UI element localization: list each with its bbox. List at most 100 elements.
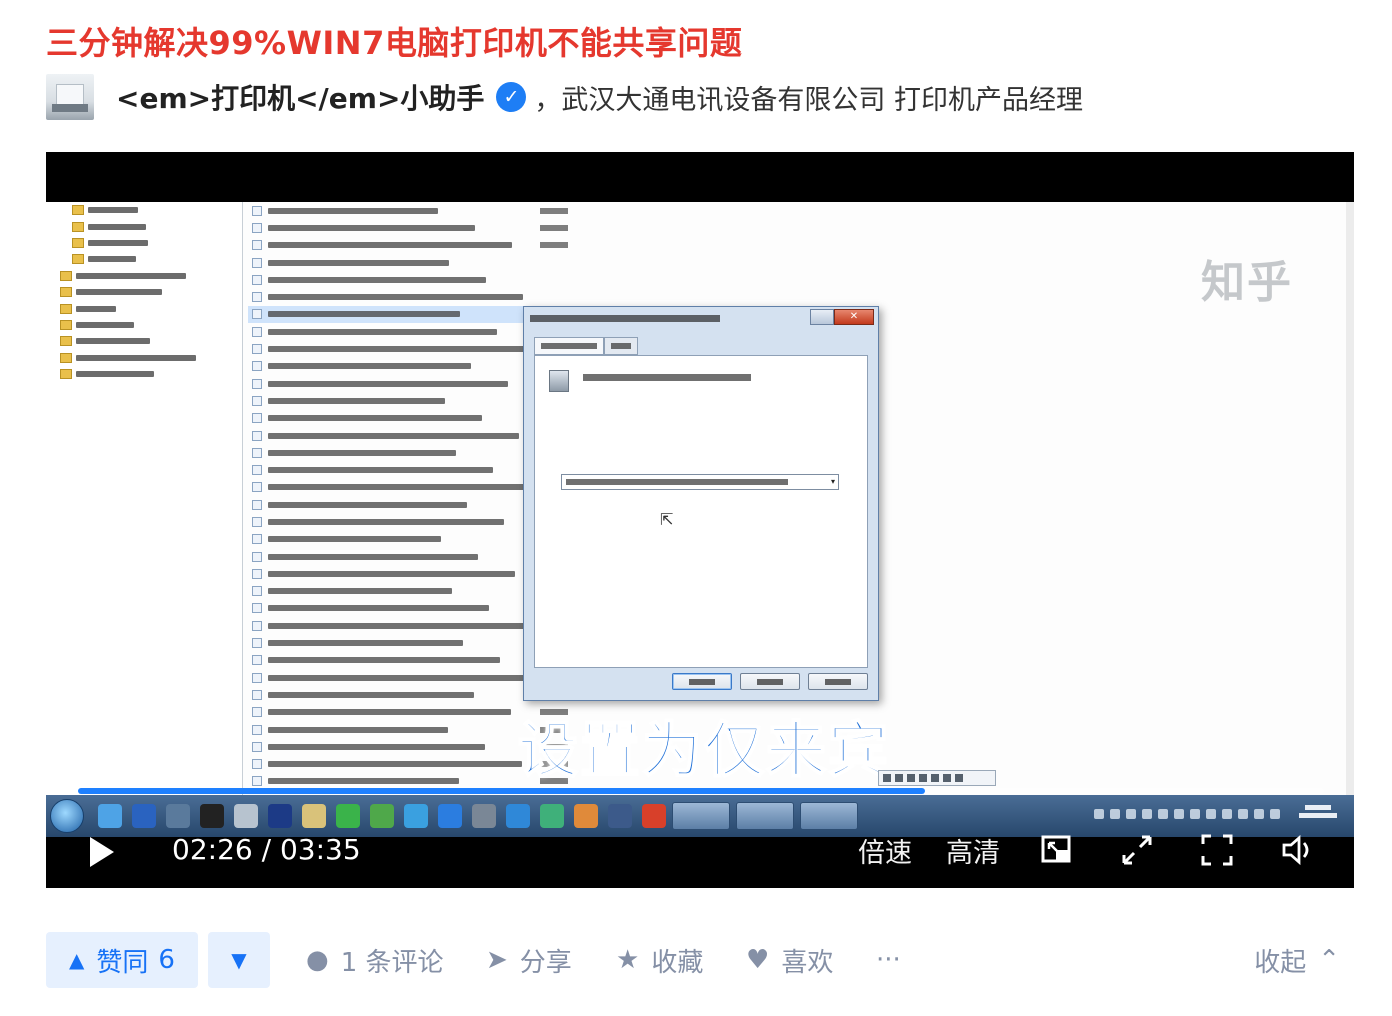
chevron-up-icon: ⌃ [1318, 945, 1340, 975]
taskbar-app-icon [200, 804, 224, 828]
video-frame: ✕ ▾ ⇱ 知乎 设置为仅来宾 [46, 202, 1354, 795]
dialog-apply-button [808, 673, 868, 690]
fullscreen-icon[interactable] [1200, 833, 1234, 867]
clock-icon [1296, 803, 1340, 825]
dialog-policy-label [583, 374, 751, 381]
tree-item [46, 284, 242, 300]
time-separator: / [252, 833, 280, 866]
dialog-cancel-button [740, 673, 800, 690]
policy-icon [549, 370, 569, 392]
taskbar-app-icon [404, 804, 428, 828]
collapse-button[interactable]: 收起 ⌃ [1254, 942, 1340, 978]
author-row: <em>打印机</em>小助手 ✓ ，武汉大通电讯设备有限公司 打印机产品经理 [46, 74, 1083, 120]
video-progress-bar[interactable] [78, 788, 1324, 794]
tree-item [46, 218, 242, 234]
system-tray [1094, 803, 1340, 825]
author-description: ，武汉大通电讯设备有限公司 打印机产品经理 [534, 84, 1083, 116]
dialog-minimize-icon [810, 309, 834, 325]
taskbar-app-icon [98, 804, 122, 828]
tree-item [46, 366, 242, 382]
scrollbar [1346, 202, 1354, 795]
action-bar: ▲ 赞同 6 ▼ ● 1 条评论 ➤ 分享 ★ 收藏 ♥ 喜欢 ··· 收起 ⌃ [46, 932, 1354, 988]
tree-item [46, 251, 242, 267]
dialog-body: ▾ ⇱ [534, 355, 868, 668]
speed-button[interactable]: 倍速 [858, 831, 912, 870]
taskbar-app-icon [608, 804, 632, 828]
taskbar-app-icon [336, 804, 360, 828]
author-name[interactable]: <em>打印机</em>小助手 [116, 77, 484, 117]
taskbar-app-icon [642, 804, 666, 828]
ime-toolbar [878, 770, 996, 786]
taskbar-app-icon [370, 804, 394, 828]
upvote-button[interactable]: ▲ 赞同 6 [46, 932, 198, 988]
tree-item [46, 350, 242, 366]
like-button[interactable]: ♥ 喜欢 [746, 942, 833, 978]
share-button[interactable]: ➤ 分享 [486, 942, 572, 978]
duration: 03:35 [279, 833, 361, 866]
taskbar-window-icon [800, 802, 858, 830]
downvote-icon: ▼ [231, 948, 247, 972]
favorite-button[interactable]: ★ 收藏 [616, 942, 703, 978]
avatar[interactable] [46, 74, 94, 120]
video-controls: 02:26 / 03:35 倍速 高清 [46, 827, 1354, 877]
more-button[interactable]: ··· [876, 942, 901, 978]
video-player[interactable]: ✕ ▾ ⇱ 知乎 设置为仅来宾 02:26 / 03:35 倍速 高清 [46, 152, 1354, 888]
tree-item [46, 268, 242, 284]
play-icon[interactable] [90, 837, 114, 867]
taskbar-app-icon [268, 804, 292, 828]
taskbar-app-icon [302, 804, 326, 828]
more-icon: ··· [876, 945, 901, 975]
policy-row [248, 237, 588, 254]
like-label: 喜欢 [781, 947, 834, 978]
star-icon: ★ [616, 945, 640, 975]
picture-in-picture-icon[interactable] [1040, 833, 1074, 867]
taskbar-app-icon [506, 804, 530, 828]
zhihu-watermark: 知乎 [1201, 257, 1293, 308]
mouse-cursor-icon: ⇱ [660, 510, 674, 529]
policy-row [248, 202, 588, 219]
taskbar-window-icon [672, 802, 730, 830]
heart-icon: ♥ [746, 945, 770, 975]
volume-icon[interactable] [1280, 833, 1314, 867]
comment-button[interactable]: ● 1 条评论 [306, 942, 444, 978]
tree-item [46, 333, 242, 349]
share-label: 分享 [519, 947, 572, 978]
taskbar-window-icon [736, 802, 794, 830]
taskbar-app-icon [438, 804, 462, 828]
taskbar-app-icon [540, 804, 564, 828]
upvote-icon: ▲ [69, 948, 85, 972]
answer-card: 三分钟解决99%WIN7电脑打印机不能共享问题 <em>打印机</em>小助手 … [0, 0, 1392, 1016]
verified-icon: ✓ [496, 82, 527, 112]
taskbar-app-icon [166, 804, 190, 828]
current-time: 02:26 [172, 833, 253, 866]
comment-icon: ● [306, 945, 329, 975]
tree-item [46, 300, 242, 316]
taskbar-app-icon [574, 804, 598, 828]
comment-label: 1 条评论 [340, 947, 444, 978]
dialog-ok-button [672, 673, 732, 690]
policy-row [248, 219, 588, 236]
video-time: 02:26 / 03:35 [172, 833, 361, 866]
dialog-footer [672, 673, 868, 690]
collapse-label: 收起 [1254, 947, 1307, 978]
upvote-label: 赞同 [96, 947, 149, 978]
dialog-close-icon: ✕ [834, 309, 874, 325]
dialog-tabs [534, 337, 638, 355]
policy-row [248, 288, 588, 305]
dialog-tab-explain [604, 337, 638, 355]
dialog-sharing-model-select: ▾ [561, 474, 839, 490]
video-subtitle: 设置为仅来宾 [517, 715, 890, 787]
quality-button[interactable]: 高清 [946, 831, 1000, 870]
taskbar-app-icon [234, 804, 258, 828]
dialog-window-buttons: ✕ [810, 309, 874, 325]
upvote-count: 6 [158, 945, 175, 975]
favorite-label: 收藏 [651, 947, 704, 978]
web-fullscreen-icon[interactable] [1120, 833, 1154, 867]
downvote-button[interactable]: ▼ [208, 932, 270, 988]
tree-item [46, 202, 242, 218]
video-progress-fill [78, 788, 926, 794]
share-icon: ➤ [486, 945, 508, 975]
article-title[interactable]: 三分钟解决99%WIN7电脑打印机不能共享问题 [46, 18, 742, 64]
taskbar-app-icon [132, 804, 156, 828]
taskbar-app-icon [472, 804, 496, 828]
